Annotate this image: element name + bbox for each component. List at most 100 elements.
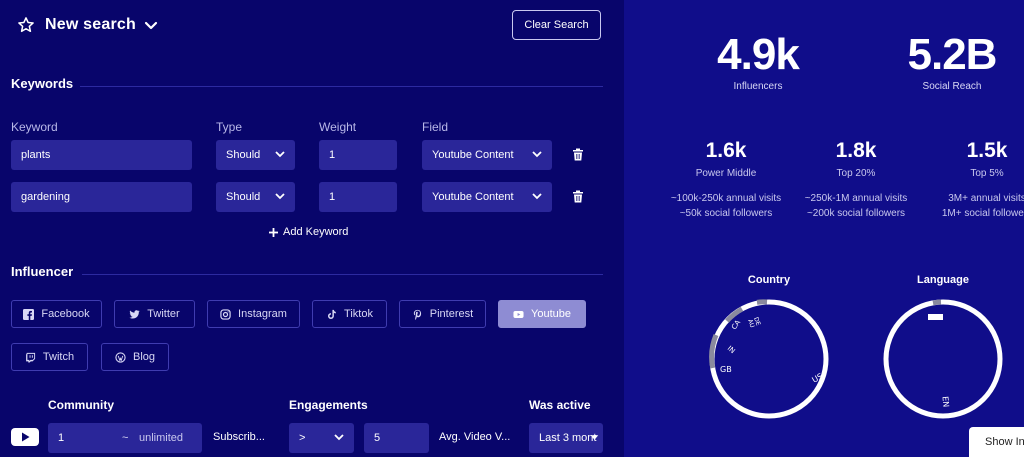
search-panel: New search Clear Search Keywords Keyword…	[0, 0, 624, 457]
tier-count: 1.8k	[835, 139, 877, 162]
language-donut-chart: EN	[883, 299, 1003, 419]
blog-icon	[115, 351, 126, 363]
add-keyword-button[interactable]: Add Keyword	[269, 226, 348, 238]
facebook-icon	[23, 308, 35, 320]
field-select[interactable]: Youtube Content	[422, 140, 552, 170]
platform-facebook-button[interactable]: Facebook	[11, 300, 102, 328]
chevron-down-icon	[275, 151, 285, 158]
was-active-label: Was active	[529, 398, 591, 412]
was-active-value: Last 3 mont	[539, 432, 597, 444]
platform-blog-button[interactable]: Blog	[101, 343, 169, 371]
weight-input[interactable]: 1	[319, 140, 397, 170]
type-column-label: Type	[216, 120, 243, 134]
engagements-label: Engagements	[289, 398, 368, 412]
range-separator: ~	[122, 432, 129, 444]
tier-name: Top 5%	[970, 168, 1004, 179]
clear-search-button[interactable]: Clear Search	[512, 10, 601, 40]
add-keyword-label: Add Keyword	[283, 226, 349, 238]
platform-pinterest-button[interactable]: Pinterest	[399, 300, 486, 328]
search-title: New search	[45, 16, 136, 33]
influencers-count: 4.9k	[717, 30, 800, 79]
platform-twitch-button[interactable]: Twitch	[11, 343, 88, 371]
tier-name: Top 20%	[836, 168, 876, 179]
divider	[82, 274, 603, 275]
platform-label: Youtube	[531, 308, 571, 320]
influencer-section-title: Influencer	[11, 264, 74, 279]
youtube-icon	[11, 428, 39, 446]
chevron-down-icon	[275, 193, 285, 200]
chevron-down-icon	[532, 193, 542, 200]
type-select-value: Should	[226, 149, 261, 161]
country-donut-chart: US GB IN CA AU DE	[709, 299, 829, 419]
engagements-type-select[interactable]: Avg. Video V...	[439, 431, 510, 443]
country-label-ca: CA	[730, 318, 742, 331]
keyword-input[interactable]: gardening	[11, 182, 192, 212]
twitter-icon	[129, 309, 141, 319]
type-select[interactable]: Should	[216, 182, 295, 212]
keywords-section-title: Keywords	[11, 76, 74, 91]
operator-value: >	[299, 432, 306, 444]
instagram-icon	[220, 308, 231, 320]
country-label-gb: GB	[720, 365, 732, 374]
tier-followers: ~200k social followers	[806, 208, 906, 219]
trash-icon[interactable]	[572, 190, 584, 203]
platform-tiktok-button[interactable]: Tiktok	[312, 300, 387, 328]
influencers-label: Influencers	[733, 81, 783, 92]
engagements-operator-select[interactable]: >	[289, 423, 354, 453]
type-select-value: Should	[226, 191, 261, 203]
community-range[interactable]: 1 ~ unlimited	[48, 423, 202, 453]
pinterest-icon	[413, 309, 421, 320]
trash-icon[interactable]	[572, 148, 584, 161]
tier-count: 1.5k	[966, 139, 1008, 162]
platform-label: Twitch	[42, 351, 75, 363]
platform-label: Blog	[132, 351, 156, 363]
social-reach-count: 5.2B	[907, 30, 998, 79]
community-label: Community	[48, 398, 114, 412]
chevron-down-icon	[334, 434, 344, 441]
platform-label: Tiktok	[344, 308, 373, 320]
tier-count: 1.6k	[705, 139, 747, 162]
youtube-icon	[513, 310, 524, 318]
platform-label: Pinterest	[429, 308, 474, 320]
divider	[80, 86, 603, 87]
weight-input[interactable]: 1	[319, 182, 397, 212]
field-select-value: Youtube Content	[432, 191, 514, 203]
platform-twitter-button[interactable]: Twitter	[114, 300, 195, 328]
platform-instagram-button[interactable]: Instagram	[207, 300, 300, 328]
chevron-down-icon[interactable]	[143, 17, 159, 33]
tier-visits: ~250k-1M annual visits	[804, 193, 908, 204]
star-icon[interactable]	[17, 16, 35, 34]
was-active-select[interactable]: Last 3 mont	[529, 423, 603, 453]
chevron-down-icon	[590, 435, 599, 440]
community-max-input[interactable]: unlimited	[139, 432, 183, 444]
tiktok-icon	[328, 309, 336, 319]
type-select[interactable]: Should	[216, 140, 295, 170]
language-chart-title: Language	[917, 274, 969, 286]
field-select[interactable]: Youtube Content	[422, 182, 552, 212]
chevron-down-icon	[532, 151, 542, 158]
platform-label: Twitter	[147, 308, 180, 320]
language-label-en: EN	[941, 396, 951, 408]
show-info-button[interactable]: Show Inf	[969, 427, 1024, 457]
platform-label: Instagram	[238, 308, 287, 320]
twitch-icon	[26, 352, 35, 363]
platform-youtube-button[interactable]: Youtube	[498, 300, 586, 328]
donut-segment-gb	[709, 334, 719, 369]
country-chart-title: Country	[747, 274, 791, 286]
language-minor-labels	[928, 314, 943, 320]
donut-segment-other	[932, 299, 942, 306]
field-select-value: Youtube Content	[432, 149, 514, 161]
community-min-input[interactable]: 1	[58, 432, 64, 444]
community-type-select[interactable]: Subscrib...	[213, 431, 265, 443]
tier-followers: 1M+ social followers	[941, 208, 1024, 219]
stats-panel: 4.9k Influencers 5.2B Social Reach 1.6k …	[624, 0, 1024, 457]
plus-icon	[269, 227, 278, 237]
engagements-value-input[interactable]: 5	[364, 423, 429, 453]
keyword-input[interactable]: plants	[11, 140, 192, 170]
field-column-label: Field	[422, 120, 449, 134]
tier-visits: 3M+ annual visits	[948, 193, 1024, 204]
social-reach-label: Social Reach	[922, 81, 982, 92]
platform-label: Facebook	[41, 308, 90, 320]
weight-column-label: Weight	[319, 120, 357, 134]
country-label-in: IN	[726, 344, 737, 355]
